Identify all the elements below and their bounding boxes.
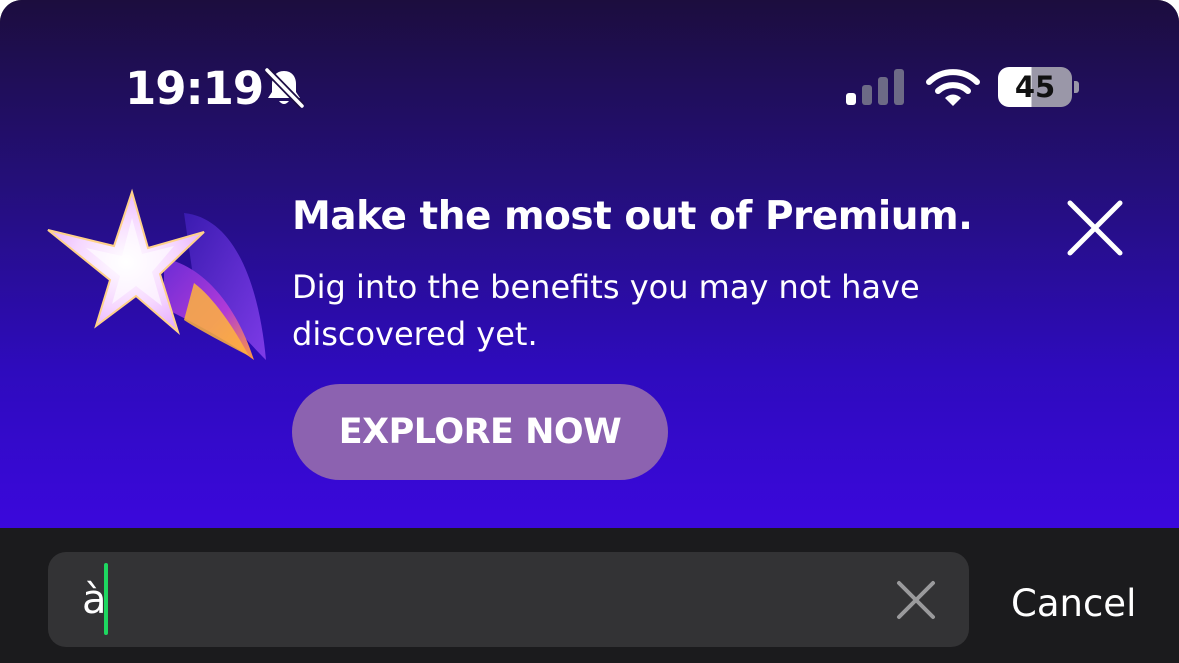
shooting-star-icon (47, 188, 266, 360)
clear-icon[interactable] (894, 578, 938, 622)
search-input-value: à (82, 577, 107, 623)
battery-cap (1074, 81, 1079, 93)
explore-now-button[interactable]: EXPLORE NOW (292, 384, 668, 480)
search-input[interactable] (48, 552, 969, 647)
cancel-button[interactable]: Cancel (1011, 576, 1136, 632)
battery-percent: 45 (1014, 70, 1056, 104)
promo-title: Make the most out of Premium. (292, 194, 973, 239)
cellular-signal-icon (846, 69, 904, 105)
text-caret (104, 563, 108, 635)
battery-indicator: 45 (998, 67, 1079, 107)
screen: 19:19 45 Make the most out of Premium. D… (0, 0, 1179, 663)
bell-slash-icon (264, 67, 305, 109)
status-time: 19:19 (125, 62, 264, 115)
premium-banner: 19:19 45 Make the most out of Premium. D… (0, 0, 1179, 528)
promo-body: Dig into the benefits you may not have d… (292, 268, 920, 353)
wifi-icon (926, 69, 980, 106)
close-icon[interactable] (1060, 193, 1130, 263)
